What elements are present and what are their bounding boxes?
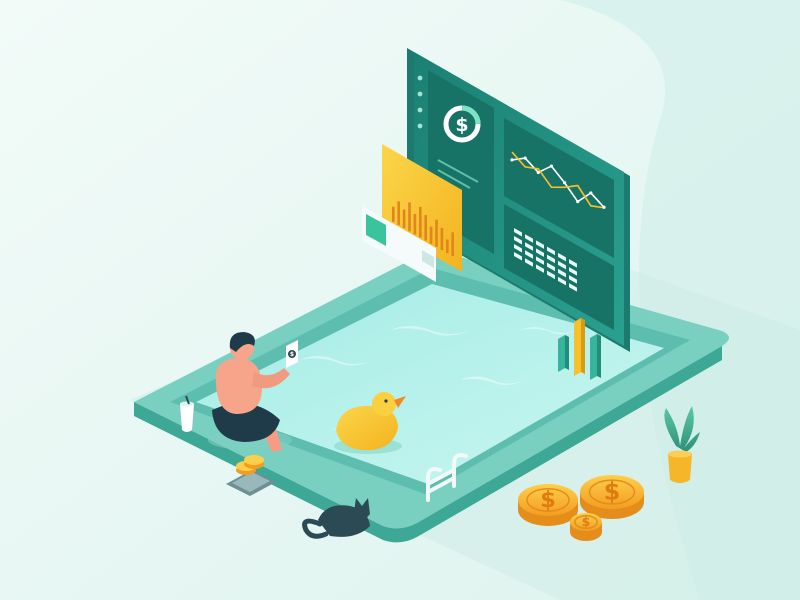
bar [429, 226, 433, 244]
bar [446, 239, 449, 254]
pool-bar [590, 334, 597, 380]
coin-dollar-icon: $ [604, 478, 621, 506]
bar [392, 206, 395, 222]
bar [424, 215, 427, 241]
line-point [602, 205, 606, 209]
pool-bar-side [597, 334, 601, 378]
line-point [562, 181, 567, 185]
coin: $ [518, 484, 578, 526]
coin: $ [570, 513, 602, 541]
line-point [510, 158, 514, 162]
bar [408, 202, 411, 232]
line-point [549, 164, 554, 168]
bar [435, 219, 438, 247]
plant-pot [668, 454, 692, 483]
coin-dollar-icon: $ [540, 487, 556, 513]
coin: $ [580, 475, 644, 519]
line-point [576, 200, 580, 204]
duck-eye [384, 399, 388, 403]
pool-bar-side [581, 318, 585, 374]
duck-head [372, 392, 396, 416]
bar [451, 232, 454, 257]
dollar-icon: $ [455, 114, 468, 136]
bar [440, 227, 444, 250]
bar [397, 201, 400, 226]
pool-finance-illustration: $ $ $ $$ [0, 0, 800, 600]
pool-bar [574, 318, 581, 376]
phone-dollar-icon: $ [290, 351, 294, 358]
coin-dollar-icon: $ [582, 514, 591, 529]
line-point [589, 191, 593, 195]
line-point [536, 170, 540, 175]
bar [413, 214, 417, 235]
bar [419, 206, 422, 238]
pool-bar-side [565, 335, 569, 370]
line-point [523, 156, 527, 160]
pool-bar [558, 335, 565, 372]
bar [402, 209, 406, 229]
